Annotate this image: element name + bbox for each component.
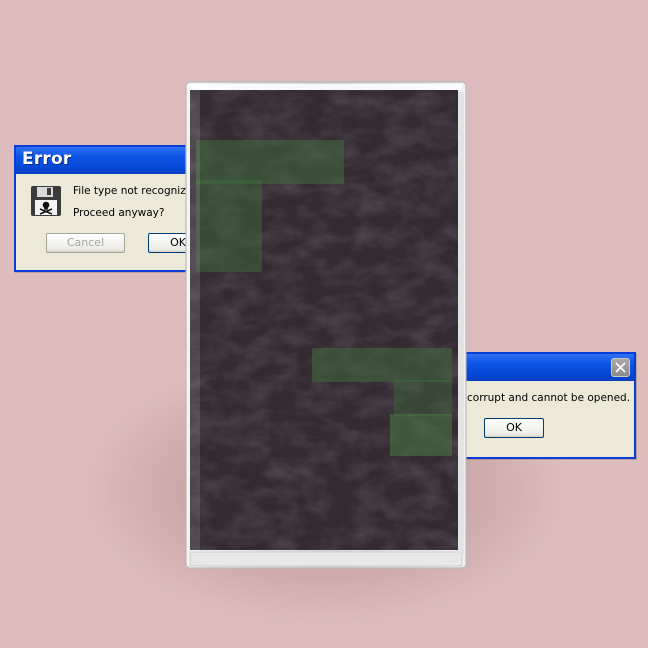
cassette-cover — [190, 90, 458, 550]
error-dialog-right: corrupt and cannot be opened. OK — [440, 352, 636, 459]
ok-button[interactable]: OK — [484, 418, 544, 438]
dialog-message: corrupt and cannot be opened. — [467, 392, 631, 404]
floppy-disk-skull-icon — [31, 186, 61, 216]
close-button[interactable] — [611, 358, 630, 377]
dialog-message-line2: Proceed anyway? — [73, 207, 165, 219]
cancel-button[interactable]: Cancel — [46, 233, 125, 253]
dialog-titlebar[interactable] — [442, 354, 634, 381]
dialog-title: Error — [22, 149, 72, 169]
dialog-message-line1: File type not recognized. — [73, 185, 203, 197]
close-icon — [615, 362, 626, 373]
cassette-case — [185, 81, 467, 569]
